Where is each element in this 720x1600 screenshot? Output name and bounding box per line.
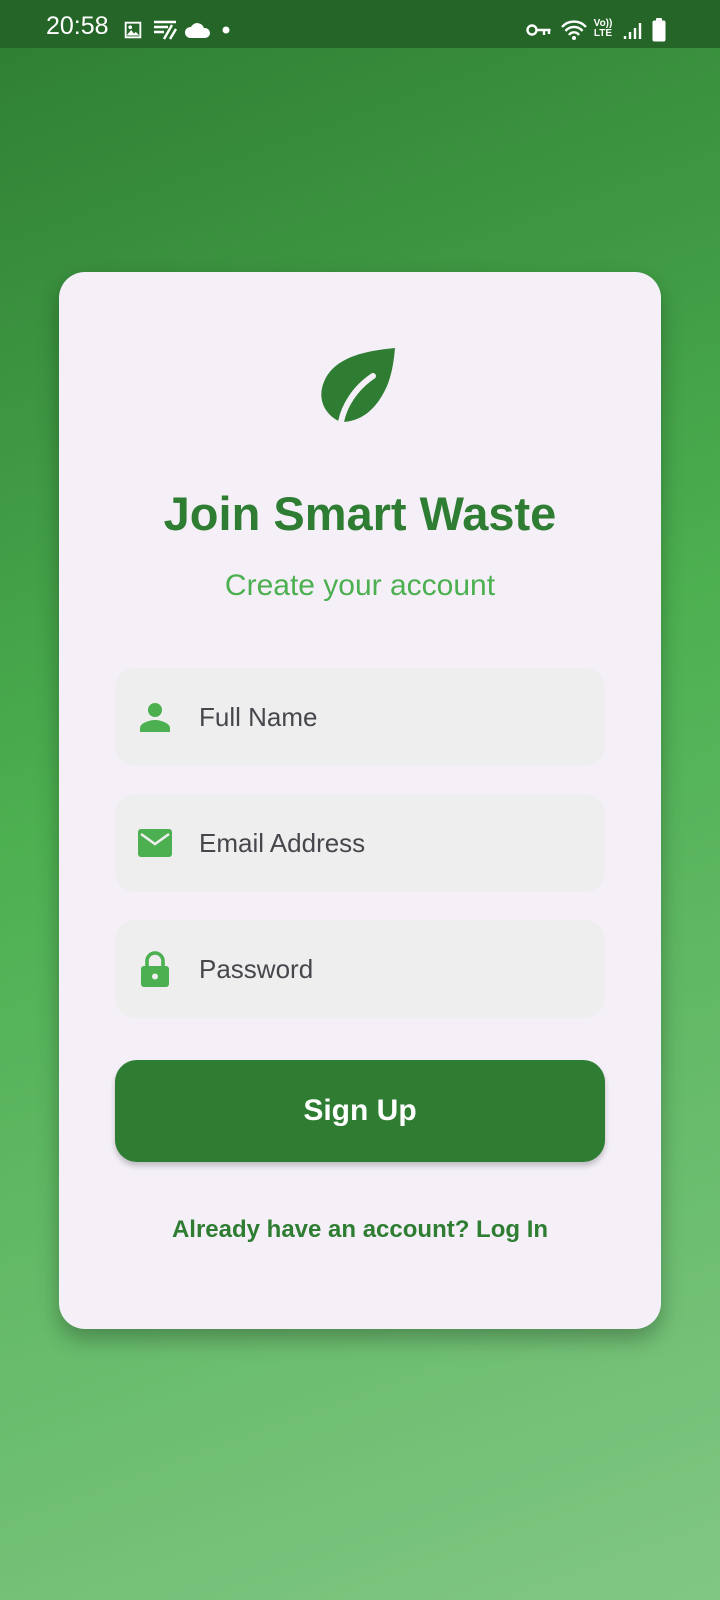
dot-icon xyxy=(222,26,230,34)
status-bar: 20:58 Vo)) LTE xyxy=(0,0,720,48)
mail-icon xyxy=(138,829,172,857)
status-time: 20:58 xyxy=(46,12,109,40)
volte-bottom-label: LTE xyxy=(593,28,613,39)
image-icon xyxy=(124,21,142,39)
page-subtitle: Create your account xyxy=(224,569,496,602)
cloud-icon xyxy=(184,23,210,38)
password-input[interactable] xyxy=(199,920,589,1018)
leaf-icon xyxy=(321,348,395,424)
signal-icon xyxy=(623,23,642,39)
vpn-key-icon xyxy=(526,24,551,36)
battery-icon xyxy=(652,18,666,42)
login-link[interactable]: Already have an account? Log In xyxy=(59,1218,661,1242)
email-input[interactable] xyxy=(199,794,589,892)
sync-icon xyxy=(154,20,178,40)
sign-up-button[interactable]: Sign Up xyxy=(115,1060,605,1162)
password-field[interactable] xyxy=(115,920,605,1018)
email-field[interactable] xyxy=(115,794,605,892)
lock-icon xyxy=(141,951,169,987)
person-icon xyxy=(140,703,170,732)
full-name-input[interactable] xyxy=(199,668,589,766)
status-right-icons: Vo)) LTE xyxy=(526,18,676,43)
full-name-field[interactable] xyxy=(115,668,605,766)
wifi-icon xyxy=(561,20,587,40)
signup-card: Join Smart Waste Create your account Sig… xyxy=(59,272,661,1329)
volte-icon: Vo)) LTE xyxy=(592,19,614,39)
page-title: Join Smart Waste xyxy=(163,487,557,540)
